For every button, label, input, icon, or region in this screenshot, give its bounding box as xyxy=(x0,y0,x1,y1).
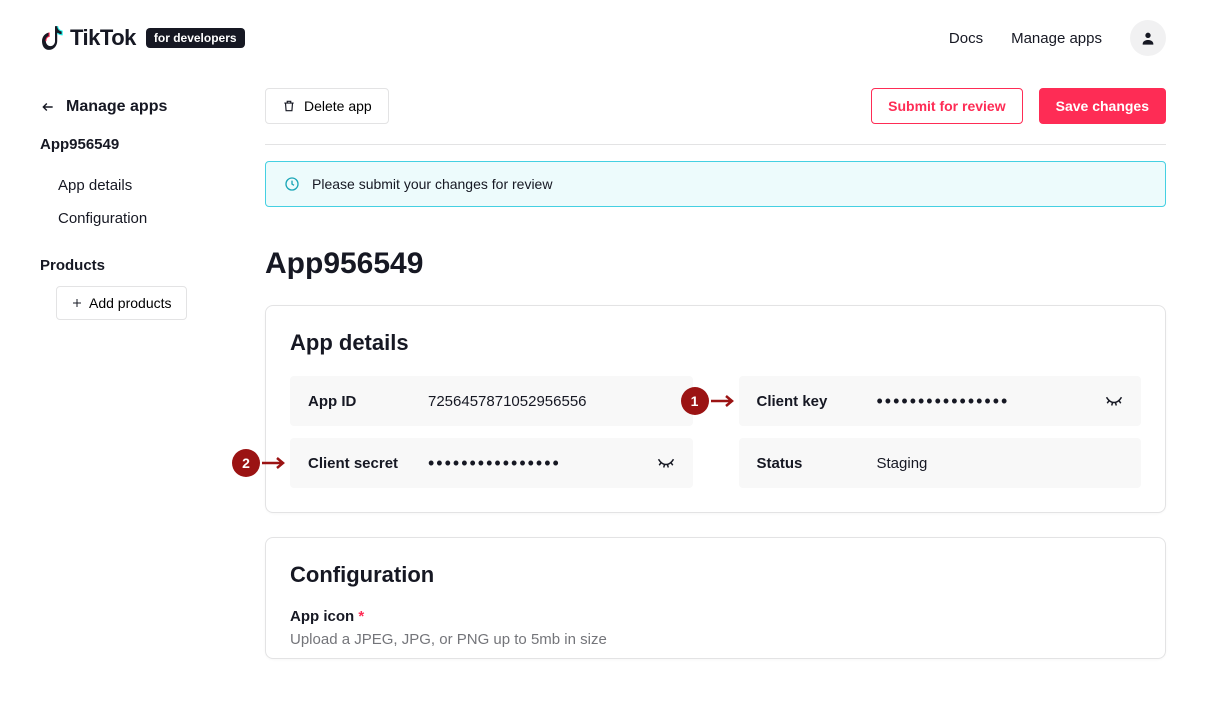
value-client-secret: •••••••••••••••• xyxy=(428,454,561,472)
value-status: Staging xyxy=(877,455,928,472)
eye-closed-icon xyxy=(657,457,675,469)
back-label: Manage apps xyxy=(66,98,167,116)
app-icon-label-text: App icon xyxy=(290,608,354,625)
label-status: Status xyxy=(757,455,877,472)
arrow-right-icon xyxy=(262,456,288,470)
app-icon-label: App icon * xyxy=(290,608,1141,625)
arrow-right-icon xyxy=(711,394,737,408)
delete-app-button[interactable]: Delete app xyxy=(265,88,389,124)
nav-manage-apps[interactable]: Manage apps xyxy=(1011,30,1102,47)
arrow-left-icon xyxy=(40,100,56,114)
brand-badge: for developers xyxy=(146,28,245,48)
action-row: Delete app Submit for review Save change… xyxy=(265,76,1166,144)
callout-2: 2 xyxy=(232,449,288,477)
submit-for-review-button[interactable]: Submit for review xyxy=(871,88,1022,124)
callout-2-circle: 2 xyxy=(232,449,260,477)
app-details-heading: App details xyxy=(290,330,1141,356)
save-changes-button[interactable]: Save changes xyxy=(1039,88,1166,124)
sidebar: Manage apps App956549 App details Config… xyxy=(40,76,265,683)
app-icon-help: Upload a JPEG, JPG, or PNG up to 5mb in … xyxy=(290,631,1141,648)
brand[interactable]: TikTok for developers xyxy=(40,25,245,51)
callout-1-circle: 1 xyxy=(681,387,709,415)
sidebar-item-configuration[interactable]: Configuration xyxy=(40,202,265,235)
label-client-secret: Client secret xyxy=(308,455,428,472)
eye-closed-icon xyxy=(1105,395,1123,407)
app-details-card: App details App ID 7256457871052956556 1… xyxy=(265,305,1166,513)
main: Delete app Submit for review Save change… xyxy=(265,76,1206,683)
label-app-id: App ID xyxy=(308,393,428,410)
sidebar-products-heading: Products xyxy=(40,257,265,274)
sidebar-item-app-details[interactable]: App details xyxy=(40,169,265,202)
plus-icon xyxy=(71,297,83,309)
configuration-heading: Configuration xyxy=(290,562,1141,588)
configuration-card: Configuration App icon * Upload a JPEG, … xyxy=(265,537,1166,659)
trash-icon xyxy=(282,99,296,113)
person-icon xyxy=(1140,30,1156,46)
back-to-manage-apps[interactable]: Manage apps xyxy=(40,98,265,116)
tiktok-note-icon xyxy=(42,26,64,50)
nav-right: Docs Manage apps xyxy=(949,20,1166,56)
value-app-id: 7256457871052956556 xyxy=(428,393,587,410)
field-client-key: 1 Client key •••••••••••••••• xyxy=(739,376,1142,426)
field-status: Status Staging xyxy=(739,438,1142,488)
sidebar-app-name: App956549 xyxy=(40,136,265,153)
brand-text: TikTok xyxy=(70,25,136,51)
reveal-client-secret-button[interactable] xyxy=(657,457,675,469)
add-products-button[interactable]: Add products xyxy=(56,286,187,320)
callout-1: 1 xyxy=(681,387,737,415)
nav-docs[interactable]: Docs xyxy=(949,30,983,47)
notice-text: Please submit your changes for review xyxy=(312,176,552,192)
avatar[interactable] xyxy=(1130,20,1166,56)
divider xyxy=(265,144,1166,145)
add-products-label: Add products xyxy=(89,295,172,311)
topbar: TikTok for developers Docs Manage apps xyxy=(0,0,1206,76)
field-app-id: App ID 7256457871052956556 xyxy=(290,376,693,426)
label-client-key: Client key xyxy=(757,393,877,410)
reveal-client-key-button[interactable] xyxy=(1105,395,1123,407)
value-client-key: •••••••••••••••• xyxy=(877,392,1010,410)
page-title: App956549 xyxy=(265,247,1166,281)
delete-app-label: Delete app xyxy=(304,98,372,114)
review-notice: Please submit your changes for review xyxy=(265,161,1166,207)
required-asterisk: * xyxy=(358,608,364,625)
clock-icon xyxy=(284,176,300,192)
field-client-secret: 2 Client secret •••••••••••••••• xyxy=(290,438,693,488)
